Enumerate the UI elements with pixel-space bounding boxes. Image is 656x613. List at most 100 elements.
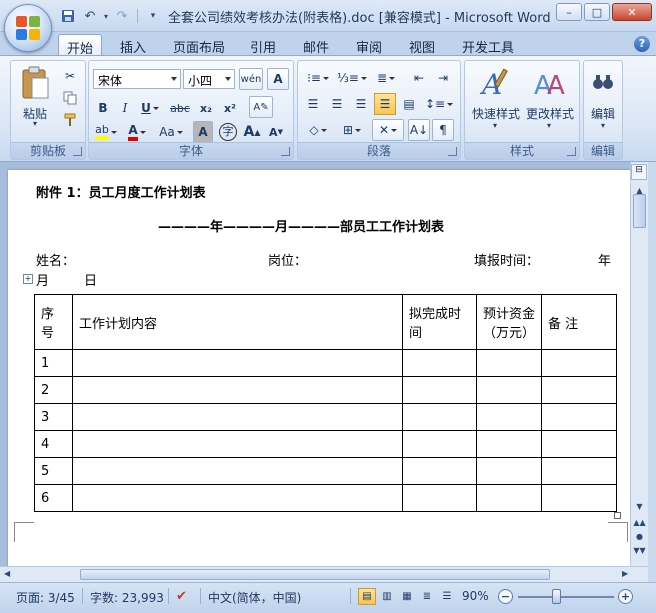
tab-review[interactable]: 审阅: [348, 34, 390, 56]
subscript-button[interactable]: x₂: [195, 97, 217, 119]
tab-home[interactable]: 开始: [58, 34, 103, 57]
shrink-font-button[interactable]: A ▼: [265, 121, 287, 143]
zoom-level[interactable]: 90%: [462, 589, 489, 603]
align-center-icon[interactable]: ☰: [326, 93, 348, 115]
change-case-dropdown-icon[interactable]: [176, 130, 183, 134]
editing-dropdown-icon[interactable]: ▾: [597, 121, 609, 130]
undo-dropdown-icon[interactable]: ▾: [102, 6, 110, 26]
numbering-icon[interactable]: ⅓≡: [336, 67, 368, 89]
binoculars-icon[interactable]: [588, 67, 618, 97]
bold-button[interactable]: B: [93, 97, 113, 119]
character-border-icon[interactable]: A: [267, 68, 289, 90]
justify-icon[interactable]: ☰: [374, 93, 396, 115]
change-styles-dropdown-icon[interactable]: ▾: [543, 121, 555, 130]
table-row[interactable]: 1: [34, 349, 617, 377]
clipboard-launcher-icon[interactable]: [73, 147, 82, 156]
show-paragraph-marks-icon[interactable]: ¶: [432, 119, 454, 141]
zoom-in-icon[interactable]: +: [618, 589, 633, 604]
tab-references[interactable]: 引用: [242, 34, 284, 56]
paste-dropdown-icon[interactable]: ▾: [29, 119, 41, 128]
maximize-button[interactable]: □: [584, 3, 610, 21]
zoom-slider-thumb[interactable]: [552, 589, 561, 604]
sort-icon[interactable]: A↓: [408, 119, 430, 141]
word-count[interactable]: 字数: 23,993: [90, 589, 164, 606]
horizontal-scroll-thumb[interactable]: [80, 569, 550, 580]
proofing-icon[interactable]: ✔: [176, 589, 187, 604]
office-button[interactable]: [4, 4, 52, 52]
change-styles-button[interactable]: 更改样式: [521, 105, 579, 122]
table-row[interactable]: 6: [34, 484, 617, 512]
paste-icon[interactable]: [15, 65, 55, 101]
redo-icon[interactable]: ↷: [112, 6, 132, 26]
save-icon[interactable]: [58, 6, 78, 26]
font-name-dropdown-icon[interactable]: [171, 77, 177, 81]
table-move-handle-icon[interactable]: +: [23, 274, 33, 284]
page-count[interactable]: 页面: 3/45: [16, 589, 75, 606]
change-styles-icon[interactable]: AA: [525, 65, 575, 103]
multilevel-list-icon[interactable]: ≣: [370, 67, 402, 89]
tab-developer[interactable]: 开发工具: [454, 34, 522, 56]
character-shading-icon[interactable]: A: [193, 121, 213, 143]
highlight-color-button[interactable]: ab: [91, 121, 121, 143]
shading-icon[interactable]: ◇: [302, 119, 334, 141]
document-area[interactable]: 附件 1：员工月度工作计划表 ————年————月————部员工工作计划表 姓名…: [0, 162, 630, 566]
close-button[interactable]: ✕: [612, 3, 652, 21]
tab-page-layout[interactable]: 页面布局: [165, 34, 233, 56]
customize-qat-icon[interactable]: ▾: [143, 6, 163, 26]
quick-styles-icon[interactable]: A: [471, 65, 521, 103]
language-indicator[interactable]: 中文(简体，中国): [208, 589, 301, 606]
font-size-dropdown-icon[interactable]: [225, 77, 231, 81]
draft-view-icon[interactable]: ☰: [438, 588, 456, 605]
quick-styles-button[interactable]: 快速样式: [467, 105, 525, 122]
copy-icon[interactable]: [59, 87, 81, 109]
scroll-right-icon[interactable]: ▶: [622, 569, 628, 578]
web-layout-view-icon[interactable]: ▦: [398, 588, 416, 605]
editing-button[interactable]: 编辑: [584, 105, 622, 122]
zoom-out-icon[interactable]: −: [498, 589, 513, 604]
table-row[interactable]: 5: [34, 457, 617, 485]
chinese-layout-icon[interactable]: ✕: [372, 119, 404, 141]
bullets-icon[interactable]: ⁝≡: [302, 67, 334, 89]
grow-font-button[interactable]: A ▲: [241, 121, 263, 143]
view-ruler-icon[interactable]: ⊟: [631, 164, 647, 180]
align-left-icon[interactable]: ☰: [302, 93, 324, 115]
font-launcher-icon[interactable]: [281, 147, 290, 156]
table-row[interactable]: 3: [34, 403, 617, 431]
quick-styles-dropdown-icon[interactable]: ▾: [489, 121, 501, 130]
tab-view[interactable]: 视图: [401, 34, 443, 56]
decrease-indent-icon[interactable]: ⇤: [408, 67, 430, 89]
phonetic-guide-icon[interactable]: wén: [239, 68, 263, 90]
undo-icon[interactable]: ↶: [80, 6, 100, 26]
borders-icon[interactable]: ⊞: [336, 119, 368, 141]
clear-formatting-icon[interactable]: A✎: [249, 96, 273, 118]
vertical-scrollbar[interactable]: ▲ ▼ ▲▲ ● ▼▼: [630, 162, 648, 566]
horizontal-scrollbar[interactable]: ◀ ▶: [0, 566, 648, 582]
print-layout-view-icon[interactable]: ▤: [358, 588, 376, 605]
styles-launcher-icon[interactable]: [567, 147, 576, 156]
font-size-combo[interactable]: 小四: [183, 69, 235, 89]
minimize-button[interactable]: –: [556, 3, 582, 21]
table-row[interactable]: 4: [34, 430, 617, 458]
font-color-button[interactable]: A: [123, 121, 151, 143]
previous-page-icon[interactable]: ▲▲: [632, 518, 647, 532]
tab-mailings[interactable]: 邮件: [295, 34, 337, 56]
full-screen-reading-view-icon[interactable]: ▥: [378, 588, 396, 605]
line-spacing-icon[interactable]: ↕≡: [424, 93, 454, 115]
align-right-icon[interactable]: ☰: [350, 93, 372, 115]
table-resize-handle-icon[interactable]: [614, 512, 621, 519]
next-page-icon[interactable]: ▼▼: [632, 546, 647, 560]
underline-dropdown-icon[interactable]: [152, 106, 159, 110]
vertical-scroll-thumb[interactable]: [633, 194, 646, 228]
underline-button[interactable]: U: [137, 97, 163, 119]
enclose-characters-icon[interactable]: 字: [217, 121, 239, 143]
scroll-left-icon[interactable]: ◀: [4, 569, 10, 578]
format-painter-icon[interactable]: [59, 109, 81, 131]
document-page[interactable]: 附件 1：员工月度工作计划表 ————年————月————部员工工作计划表 姓名…: [8, 170, 630, 566]
scroll-down-icon[interactable]: ▼: [632, 502, 647, 516]
help-icon[interactable]: ?: [634, 36, 650, 52]
superscript-button[interactable]: x²: [219, 97, 241, 119]
highlight-dropdown-icon[interactable]: [110, 130, 117, 134]
strikethrough-button[interactable]: abc: [167, 97, 193, 119]
increase-indent-icon[interactable]: ⇥: [432, 67, 454, 89]
distributed-align-icon[interactable]: ▤: [398, 93, 420, 115]
